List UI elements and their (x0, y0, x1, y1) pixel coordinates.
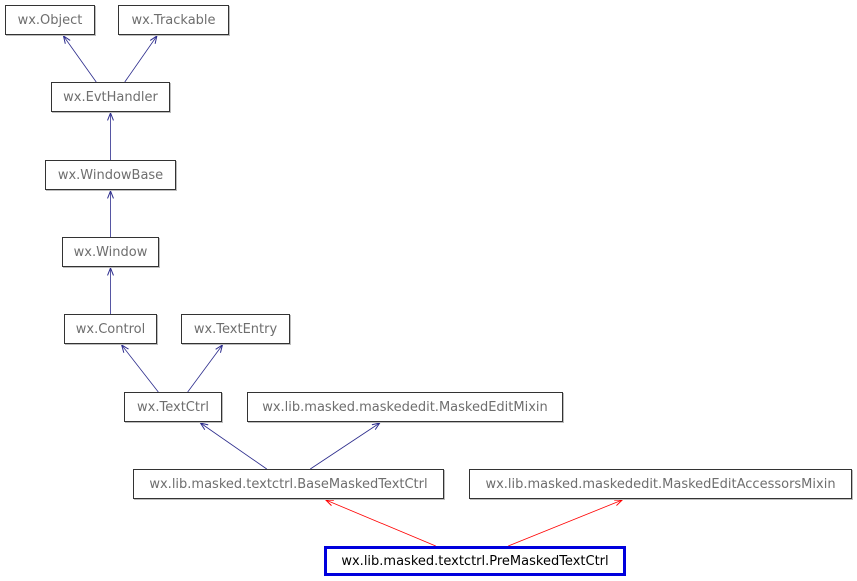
edge-window-to-windowbase (107, 189, 114, 237)
edge-evthandler-to-object (62, 34, 97, 83)
node-masked-edit-accessors-mixin[interactable]: wx.lib.masked.maskededit.MaskedEditAcces… (469, 469, 852, 499)
node-label: wx.Control (75, 321, 146, 337)
node-label: wx.Trackable (131, 12, 216, 28)
edge-line (200, 422, 267, 470)
edge-line (508, 499, 623, 547)
node-label: wx.lib.masked.maskededit.MaskedEditAcces… (485, 476, 836, 492)
edge-line (310, 422, 380, 470)
edge-line (124, 35, 158, 83)
node-wx-textentry[interactable]: wx.TextEntry (181, 314, 290, 344)
node-wx-trackable[interactable]: wx.Trackable (118, 5, 229, 35)
edge-premaskedtextctrl-to-accessorsmixin (508, 499, 624, 547)
edge-line (121, 344, 159, 393)
node-wx-windowbase[interactable]: wx.WindowBase (45, 160, 176, 190)
edge-line (187, 344, 223, 393)
arrowhead-icon (199, 422, 209, 430)
node-label: wx.Window (73, 244, 148, 260)
node-wx-control[interactable]: wx.Control (64, 314, 157, 344)
node-base-masked-text-ctrl[interactable]: wx.lib.masked.textctrl.BaseMaskedTextCtr… (133, 469, 444, 499)
edge-control-to-window (107, 266, 114, 314)
edge-basemaskedtextctrl-to-textctrl (199, 422, 267, 470)
edge-line (63, 35, 97, 83)
edge-textctrl-to-textentry (187, 343, 224, 393)
node-wx-window[interactable]: wx.Window (62, 237, 159, 267)
node-label: wx.lib.masked.maskededit.MaskedEditMixin (262, 399, 548, 415)
node-label: wx.Object (17, 12, 83, 28)
edge-textctrl-to-control (120, 343, 159, 393)
arrowhead-icon (149, 34, 158, 44)
node-wx-evthandler[interactable]: wx.EvtHandler (51, 82, 170, 112)
node-pre-masked-text-ctrl[interactable]: wx.lib.masked.textctrl.PreMaskedTextCtrl (324, 546, 626, 576)
edge-line (325, 499, 436, 547)
arrowhead-icon (215, 343, 224, 353)
edge-premaskedtextctrl-to-basemaskedtextctrl (324, 499, 436, 547)
edge-evthandler-to-trackable (124, 34, 158, 83)
edge-basemaskedtextctrl-to-maskededitmixin (310, 422, 381, 470)
node-label: wx.TextCtrl (137, 399, 209, 415)
node-wx-textctrl[interactable]: wx.TextCtrl (124, 392, 222, 422)
node-label: wx.lib.masked.textctrl.BaseMaskedTextCtr… (149, 476, 428, 492)
node-masked-edit-mixin[interactable]: wx.lib.masked.maskededit.MaskedEditMixin (247, 392, 563, 422)
node-label: wx.lib.masked.textctrl.PreMaskedTextCtrl (341, 553, 609, 569)
arrowhead-icon (371, 422, 381, 430)
arrowhead-icon (62, 34, 71, 44)
node-wx-object[interactable]: wx.Object (5, 5, 95, 35)
node-label: wx.TextEntry (193, 321, 278, 337)
node-label: wx.WindowBase (57, 167, 164, 183)
node-label: wx.EvtHandler (63, 89, 158, 105)
edge-windowbase-to-evthandler (107, 111, 114, 160)
